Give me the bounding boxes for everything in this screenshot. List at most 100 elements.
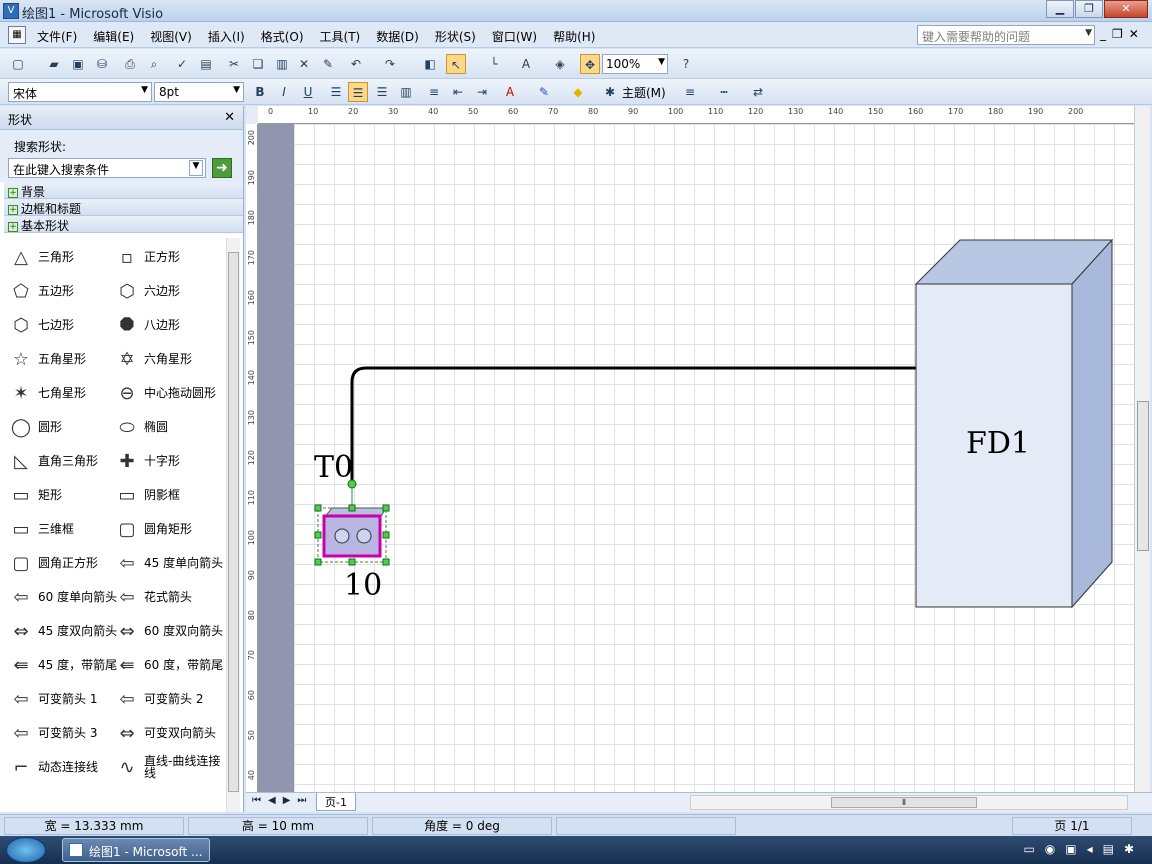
t0-label[interactable]: T0 <box>314 450 353 485</box>
start-button[interactable] <box>6 837 46 863</box>
delete-icon[interactable]: ✕ <box>294 54 314 74</box>
line-weight-icon[interactable]: ≡ <box>680 82 700 102</box>
taskbar-visio-button[interactable]: 绘图1 - Microsoft ... <box>62 838 210 862</box>
shape-item[interactable]: ⇔ 可变双向箭头 <box>114 718 216 748</box>
page-nav-buttons[interactable]: ⏮◀▶⏭ <box>252 795 313 806</box>
search-go-button[interactable]: ➜ <box>212 158 232 178</box>
shapes-scrollbar[interactable] <box>226 238 240 812</box>
align-right-icon[interactable]: ☰ <box>372 82 392 102</box>
close-button[interactable]: ✕ <box>1104 0 1148 18</box>
shape-item[interactable]: ⇦ 可变箭头 2 <box>114 684 203 714</box>
pan-zoom-icon[interactable]: ✥ <box>580 54 600 74</box>
font-color-icon[interactable]: A <box>500 82 520 102</box>
page-tab-1[interactable]: 页-1 <box>316 793 356 811</box>
shape-item[interactable]: ⇚ 60 度，带箭尾 <box>114 650 223 680</box>
font-name-select[interactable]: 宋体 ▼ <box>8 82 152 102</box>
drawing-canvas[interactable]: T0 10 FD1 <box>294 124 1134 792</box>
drawing-tools-icon[interactable]: ◈ <box>550 54 570 74</box>
stencil-header[interactable]: + 背景 <box>4 182 243 199</box>
shape-item[interactable]: ⇦ 花式箭头 <box>114 582 192 612</box>
spelling-icon[interactable]: ✓ <box>172 54 192 74</box>
menu-item[interactable]: 工具(T) <box>320 28 361 45</box>
fd1-label[interactable]: FD1 <box>966 426 1030 461</box>
scroll-thumb[interactable] <box>228 252 239 792</box>
shape-item[interactable]: ▢ 圆角正方形 <box>8 548 98 578</box>
mdi-controls[interactable]: _❐✕ <box>1100 27 1145 41</box>
new-document-icon[interactable]: ▢ <box>8 54 28 74</box>
shape-item[interactable]: ◺ 直角三角形 <box>8 446 98 476</box>
scroll-thumb[interactable] <box>1137 401 1149 551</box>
paste-icon[interactable]: ▥ <box>272 54 292 74</box>
theme-icon[interactable]: ✱ <box>600 82 620 102</box>
menu-item[interactable]: 视图(V) <box>150 28 192 45</box>
chevron-down-icon[interactable]: ▼ <box>1085 28 1092 38</box>
shape-item[interactable]: △ 三角形 <box>8 242 74 272</box>
close-icon[interactable]: ✕ <box>224 110 235 125</box>
open-folder-icon[interactable]: ▰ <box>44 54 64 74</box>
menu-item[interactable]: 窗口(W) <box>492 28 537 45</box>
cut-icon[interactable]: ✂ <box>224 54 244 74</box>
permission-icon[interactable]: ⛁ <box>92 54 112 74</box>
redo-icon[interactable]: ↷ <box>380 54 400 74</box>
line-pattern-icon[interactable]: ┅ <box>714 82 734 102</box>
shape-item[interactable]: ▭ 三维框 <box>8 514 74 544</box>
chevron-down-icon[interactable]: ▼ <box>658 57 665 67</box>
menu-item[interactable]: 编辑(E) <box>93 28 134 45</box>
shape-item[interactable]: ⇔ 45 度双向箭头 <box>8 616 117 646</box>
save-icon[interactable]: ▣ <box>68 54 88 74</box>
font-size-select[interactable]: 8pt ▼ <box>154 82 244 102</box>
menu-item[interactable]: 插入(I) <box>208 28 245 45</box>
theme-button[interactable]: 主题(M) <box>622 84 666 101</box>
document-menu-icon[interactable]: ▦ <box>8 26 26 44</box>
stencil-header[interactable]: + 基本形状 <box>4 216 243 233</box>
italic-button[interactable]: I <box>274 82 294 102</box>
print-preview-icon[interactable]: ⌕ <box>144 54 164 74</box>
shape-item[interactable]: ☆ 五角星形 <box>8 344 86 374</box>
shape-item[interactable]: ⌐ 动态连接线 <box>8 752 98 782</box>
shape-item[interactable]: ⇚ 45 度，带箭尾 <box>8 650 117 680</box>
menu-item[interactable]: 文件(F) <box>37 28 77 45</box>
shape-item[interactable]: ✚ 十字形 <box>114 446 180 476</box>
shape-item[interactable]: ⬡ 六边形 <box>114 276 180 306</box>
copy-icon[interactable]: ❏ <box>248 54 268 74</box>
chevron-down-icon[interactable]: ▼ <box>189 160 203 176</box>
chevron-down-icon[interactable]: ▼ <box>233 85 240 95</box>
stencil-header[interactable]: + 边框和标题 <box>4 199 243 216</box>
canvas-horizontal-scrollbar[interactable]: ⦀ <box>690 795 1128 810</box>
outlet-number-label[interactable]: 10 <box>344 568 382 603</box>
menu-item[interactable]: 数据(D) <box>376 28 419 45</box>
fd1-box-side[interactable] <box>1071 238 1113 609</box>
shape-item[interactable]: ⇦ 可变箭头 3 <box>8 718 97 748</box>
menu-item[interactable]: 帮助(H) <box>553 28 595 45</box>
help-search-input[interactable]: 键入需要帮助的问题 ▼ <box>917 25 1095 45</box>
shape-item[interactable]: ▢ 圆角矩形 <box>114 514 192 544</box>
shape-item[interactable]: ✶ 七角星形 <box>8 378 86 408</box>
menu-item[interactable]: 形状(S) <box>435 28 476 45</box>
shape-item[interactable]: ▭ 矩形 <box>8 480 62 510</box>
help-icon[interactable]: ? <box>676 54 696 74</box>
research-icon[interactable]: ▤ <box>196 54 216 74</box>
format-painter-icon[interactable]: ✎ <box>318 54 338 74</box>
shape-item[interactable]: ◯ 圆形 <box>8 412 62 442</box>
bullets-icon[interactable]: ≡ <box>424 82 444 102</box>
shapes-window-icon[interactable]: ◧ <box>420 54 440 74</box>
line-color-icon[interactable]: ✎ <box>534 82 554 102</box>
outlet-box[interactable] <box>322 514 382 558</box>
line-ends-icon[interactable]: ⇄ <box>748 82 768 102</box>
shape-item[interactable]: ⇦ 可变箭头 1 <box>8 684 97 714</box>
shape-item[interactable]: ⬠ 五边形 <box>8 276 74 306</box>
text-tool-icon[interactable]: A <box>516 54 536 74</box>
shape-item[interactable]: ⊖ 中心拖动圆形 <box>114 378 216 408</box>
shape-item[interactable]: ⬭ 椭圆 <box>114 412 168 442</box>
chevron-down-icon[interactable]: ▼ <box>141 85 148 95</box>
minimize-button[interactable]: ▁ <box>1046 0 1074 18</box>
menu-item[interactable]: 格式(O) <box>261 28 304 45</box>
bold-button[interactable]: B <box>250 82 270 102</box>
shape-item[interactable]: ▭ 阴影框 <box>114 480 180 510</box>
connector-tool-icon[interactable]: └ <box>484 54 504 74</box>
align-left-icon[interactable]: ☰ <box>326 82 346 102</box>
shape-item[interactable]: ✡ 六角星形 <box>114 344 192 374</box>
shape-item[interactable]: ⇦ 60 度单向箭头 <box>8 582 117 612</box>
fill-color-icon[interactable]: ◆ <box>568 82 588 102</box>
shape-item[interactable]: ⯃ 八边形 <box>114 310 180 340</box>
